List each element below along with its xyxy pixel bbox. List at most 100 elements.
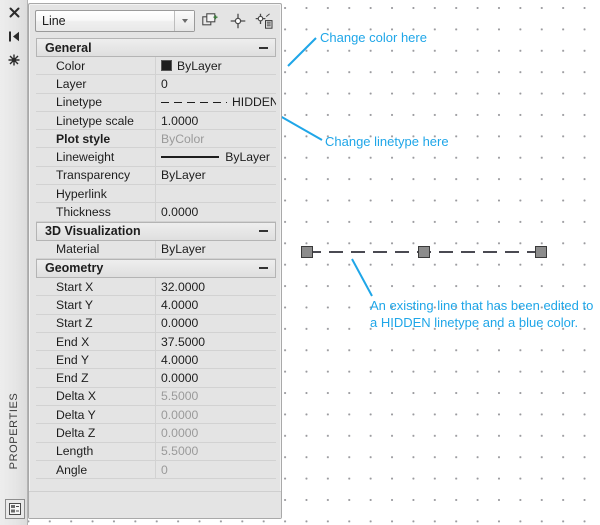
prop-value[interactable] bbox=[155, 185, 276, 203]
section-header-3d-visualization[interactable]: 3D Visualization bbox=[36, 221, 276, 241]
prop-label: End X bbox=[56, 334, 90, 349]
prop-value[interactable]: 32.0000 bbox=[155, 277, 276, 296]
line-grip-start[interactable] bbox=[301, 246, 313, 258]
prop-value-text: 0.0000 bbox=[161, 425, 199, 440]
prop-value-text: ByLayer bbox=[177, 58, 222, 73]
section-title: Geometry bbox=[45, 261, 104, 276]
section-title: 3D Visualization bbox=[45, 224, 141, 239]
prop-value-text: 0 bbox=[161, 462, 168, 477]
prop-value-text: ByLayer bbox=[225, 150, 270, 165]
toggle-pickadd-button[interactable] bbox=[200, 10, 222, 32]
prop-row-linetype[interactable]: Linetype HIDDEN bbox=[36, 93, 276, 112]
prop-row-angle: Angle 0 bbox=[36, 460, 276, 480]
select-objects-button[interactable] bbox=[227, 10, 249, 32]
minus-icon[interactable] bbox=[259, 46, 268, 49]
prop-row-delta-z: Delta Z 0.0000 bbox=[36, 424, 276, 443]
prop-row-layer[interactable]: Layer 0 bbox=[36, 75, 276, 94]
prop-value: 5.5000 bbox=[155, 442, 276, 460]
prop-value-text: 5.5000 bbox=[161, 389, 199, 404]
prop-label: Material bbox=[56, 242, 100, 257]
prop-row-plot-style: Plot style ByColor bbox=[36, 130, 276, 149]
prop-label: Layer bbox=[56, 76, 87, 91]
section-header-general[interactable]: General bbox=[36, 38, 276, 57]
solid-lineweight-preview-icon bbox=[161, 156, 219, 158]
prop-label: Thickness bbox=[56, 205, 111, 220]
prop-row-thickness[interactable]: Thickness 0.0000 bbox=[36, 203, 276, 222]
palette-toolbar: Line bbox=[29, 4, 281, 36]
prop-label: Hyperlink bbox=[56, 186, 107, 201]
palette-icon-group bbox=[0, 4, 28, 68]
line-grip-end[interactable] bbox=[535, 246, 547, 258]
line-grip-mid[interactable] bbox=[418, 246, 430, 258]
prop-value[interactable]: 4.0000 bbox=[155, 351, 276, 369]
prop-value[interactable]: ByLayer bbox=[155, 148, 276, 166]
prop-label: Lineweight bbox=[56, 150, 115, 165]
auto-hide-icon[interactable] bbox=[5, 28, 23, 44]
prop-row-end-x[interactable]: End X 37.5000 bbox=[36, 332, 276, 352]
prop-row-end-y[interactable]: End Y 4.0000 bbox=[36, 351, 276, 370]
prop-row-start-z[interactable]: Start Z 0.0000 bbox=[36, 314, 276, 333]
prop-value[interactable]: ByLayer bbox=[155, 240, 276, 258]
prop-value[interactable]: ByLayer bbox=[155, 166, 276, 185]
prop-row-end-z[interactable]: End Z 0.0000 bbox=[36, 369, 276, 388]
prop-row-hyperlink[interactable]: Hyperlink bbox=[36, 185, 276, 204]
chevron-down-icon[interactable] bbox=[174, 11, 195, 31]
prop-value[interactable]: 0.0000 bbox=[155, 203, 276, 221]
prop-label: Angle bbox=[56, 462, 88, 477]
prop-value-text: HIDDEN bbox=[232, 95, 276, 110]
prop-value[interactable]: 4.0000 bbox=[155, 296, 276, 314]
property-grid: General Color ByLayer Layer 0 Linetype H… bbox=[36, 38, 276, 490]
prop-label: End Y bbox=[56, 352, 89, 367]
prop-value-text: 0.0000 bbox=[161, 316, 199, 331]
prop-label: Delta Z bbox=[56, 425, 96, 440]
prop-row-length: Length 5.5000 bbox=[36, 442, 276, 461]
prop-label: End Z bbox=[56, 371, 89, 386]
prop-label: Transparency bbox=[56, 168, 131, 183]
prop-row-start-x[interactable]: Start X 32.0000 bbox=[36, 277, 276, 297]
prop-label: Start Y bbox=[56, 297, 94, 312]
prop-value-text: 0.0000 bbox=[161, 205, 199, 220]
section-header-geometry[interactable]: Geometry bbox=[36, 258, 276, 278]
prop-row-delta-y: Delta Y 0.0000 bbox=[36, 406, 276, 425]
minus-icon[interactable] bbox=[259, 230, 268, 233]
prop-value[interactable]: HIDDEN bbox=[155, 93, 276, 111]
prop-value: 0.0000 bbox=[155, 424, 276, 442]
prop-row-color[interactable]: Color ByLayer bbox=[36, 57, 276, 76]
prop-label: Plot style bbox=[56, 131, 111, 146]
prop-row-lineweight[interactable]: Lineweight ByLayer bbox=[36, 148, 276, 167]
properties-panel-icon[interactable] bbox=[5, 499, 25, 519]
prop-value: 0.0000 bbox=[155, 406, 276, 424]
prop-value[interactable]: ByLayer bbox=[155, 57, 276, 75]
prop-value-text: ByLayer bbox=[161, 242, 206, 257]
prop-label: Start X bbox=[56, 279, 94, 294]
close-icon[interactable] bbox=[5, 4, 23, 20]
prop-row-delta-x: Delta X 5.5000 bbox=[36, 387, 276, 407]
palette-properties-icon[interactable] bbox=[5, 52, 23, 68]
prop-value-text: 0 bbox=[161, 76, 168, 91]
properties-palette: Line General Color ByLayer Layer 0 Linet… bbox=[28, 3, 282, 519]
properties-palette-title-bar: PROPERTIES bbox=[0, 0, 28, 525]
prop-value-text: 32.0000 bbox=[161, 279, 206, 294]
prop-label: Linetype scale bbox=[56, 113, 134, 128]
prop-label: Color bbox=[56, 58, 86, 73]
prop-value[interactable]: 1.0000 bbox=[155, 111, 276, 130]
prop-value[interactable]: 37.5000 bbox=[155, 332, 276, 351]
annotation-change-linetype: Change linetype here bbox=[325, 134, 449, 149]
prop-value[interactable]: 0 bbox=[155, 75, 276, 93]
prop-value: 0 bbox=[155, 460, 276, 479]
prop-value-text: 0.0000 bbox=[161, 407, 199, 422]
minus-icon[interactable] bbox=[259, 267, 268, 270]
prop-row-linetype-scale[interactable]: Linetype scale 1.0000 bbox=[36, 111, 276, 131]
prop-row-transparency[interactable]: Transparency ByLayer bbox=[36, 166, 276, 186]
prop-value-text: 4.0000 bbox=[161, 352, 199, 367]
prop-value: ByColor bbox=[155, 130, 276, 148]
prop-row-material[interactable]: Material ByLayer bbox=[36, 240, 276, 259]
object-type-dropdown[interactable]: Line bbox=[35, 10, 196, 32]
palette-footer bbox=[29, 491, 281, 518]
prop-row-start-y[interactable]: Start Y 4.0000 bbox=[36, 296, 276, 315]
prop-value[interactable]: 0.0000 bbox=[155, 314, 276, 332]
prop-value[interactable]: 0.0000 bbox=[155, 369, 276, 387]
prop-value-text: 5.5000 bbox=[161, 444, 199, 459]
quick-select-button[interactable] bbox=[253, 10, 275, 32]
dashed-linetype-preview-icon bbox=[161, 101, 227, 103]
